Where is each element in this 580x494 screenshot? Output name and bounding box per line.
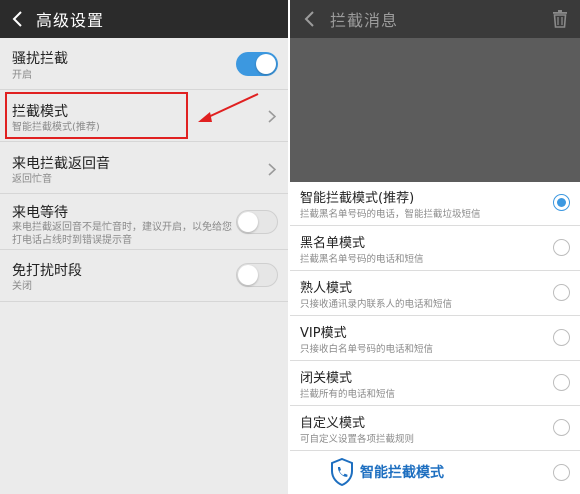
page-title: 拦截消息 (330, 11, 399, 30)
back-button[interactable] (0, 0, 36, 38)
advanced-settings-screen: 高级设置 骚扰拦截 开启 拦截模式 智能拦截模式(推荐) 来电拦截返回音 返回忙… (0, 0, 288, 494)
mode-radio[interactable] (553, 329, 570, 346)
setting-return-tone[interactable]: 来电拦截返回音 返回忙音 (0, 142, 288, 194)
chevron-right-icon (268, 110, 276, 123)
setting-title: 免打扰时段 (12, 263, 82, 279)
header-bar: 高级设置 (0, 0, 288, 38)
mode-option[interactable]: 闭关模式 拦截所有的电话和短信 (290, 361, 580, 406)
toggle-knob (238, 212, 258, 232)
watermark-text: 智能拦截模式 (360, 465, 444, 481)
toggle-knob (256, 54, 276, 74)
block-messages-screen: 拦截消息 智能拦截模式(推荐) 拦截黑名单号码的电话，智能拦截垃圾短信 黑名单模… (290, 0, 580, 494)
shield-phone-icon (331, 458, 353, 486)
mode-radio[interactable] (553, 374, 570, 391)
setting-title: 来电拦截返回音 (12, 156, 110, 172)
back-button[interactable] (290, 0, 330, 38)
setting-call-waiting[interactable]: 来电等待 来电拦截返回音不是忙音时，建议开启，以免给您打电话占线时到错误提示音 (0, 194, 288, 250)
setting-subtitle: 返回忙音 (12, 174, 52, 185)
setting-subtitle: 来电拦截返回音不是忙音时，建议开启，以免给您打电话占线时到错误提示音 (12, 222, 232, 246)
mode-subtitle: 拦截黑名单号码的电话，智能拦截垃圾短信 (300, 209, 481, 220)
do-not-disturb-toggle[interactable] (236, 263, 278, 287)
mode-title: 黑名单模式 (300, 236, 366, 251)
back-arrow-icon (12, 11, 22, 27)
call-waiting-toggle[interactable] (236, 210, 278, 234)
setting-subtitle: 开启 (12, 70, 32, 81)
annotation-highlight-box (5, 92, 188, 139)
header-bar: 拦截消息 (290, 0, 580, 38)
mode-radio[interactable] (553, 464, 570, 481)
setting-title: 来电等待 (12, 205, 68, 221)
mode-option[interactable]: VIP模式 只接收白名单号码的电话和短信 (290, 316, 580, 361)
mode-radio[interactable] (553, 284, 570, 301)
toggle-knob (238, 265, 258, 285)
setting-subtitle: 关闭 (12, 281, 32, 292)
back-arrow-icon (304, 11, 314, 27)
setting-title: 骚扰拦截 (12, 51, 68, 67)
mode-title: 智能拦截模式(推荐) (300, 191, 415, 206)
mode-option[interactable]: 熟人模式 只接收通讯录内联系人的电话和短信 (290, 271, 580, 316)
watermark: 智能拦截模式 (330, 458, 444, 486)
mode-subtitle: 只接收通讯录内联系人的电话和短信 (300, 299, 453, 310)
trash-icon[interactable] (552, 10, 568, 28)
setting-do-not-disturb[interactable]: 免打扰时段 关闭 (0, 250, 288, 302)
mode-title: 闭关模式 (300, 371, 353, 386)
mode-subtitle: 拦截所有的电话和短信 (300, 389, 396, 400)
mode-title: 自定义模式 (300, 416, 366, 431)
mode-subtitle: 拦截黑名单号码的电话和短信 (300, 254, 424, 265)
mode-option[interactable]: 智能拦截模式(推荐) 拦截黑名单号码的电话，智能拦截垃圾短信 (290, 181, 580, 226)
mode-subtitle: 可自定义设置各项拦截规则 (300, 434, 415, 445)
mode-title: 熟人模式 (300, 281, 353, 296)
chevron-right-icon (268, 163, 276, 176)
setting-harassment-block[interactable]: 骚扰拦截 开启 (0, 38, 288, 90)
mode-radio[interactable] (553, 419, 570, 436)
mode-radio[interactable] (553, 239, 570, 256)
harassment-block-toggle[interactable] (236, 52, 278, 76)
page-title: 高级设置 (36, 11, 105, 30)
mode-option[interactable]: 自定义模式 可自定义设置各项拦截规则 (290, 406, 580, 451)
mode-subtitle: 只接收白名单号码的电话和短信 (300, 344, 434, 355)
mode-title: VIP模式 (300, 326, 347, 341)
mode-radio-selected[interactable] (553, 194, 570, 211)
mode-option[interactable]: 黑名单模式 拦截黑名单号码的电话和短信 (290, 226, 580, 271)
annotation-arrow-icon (198, 93, 259, 122)
